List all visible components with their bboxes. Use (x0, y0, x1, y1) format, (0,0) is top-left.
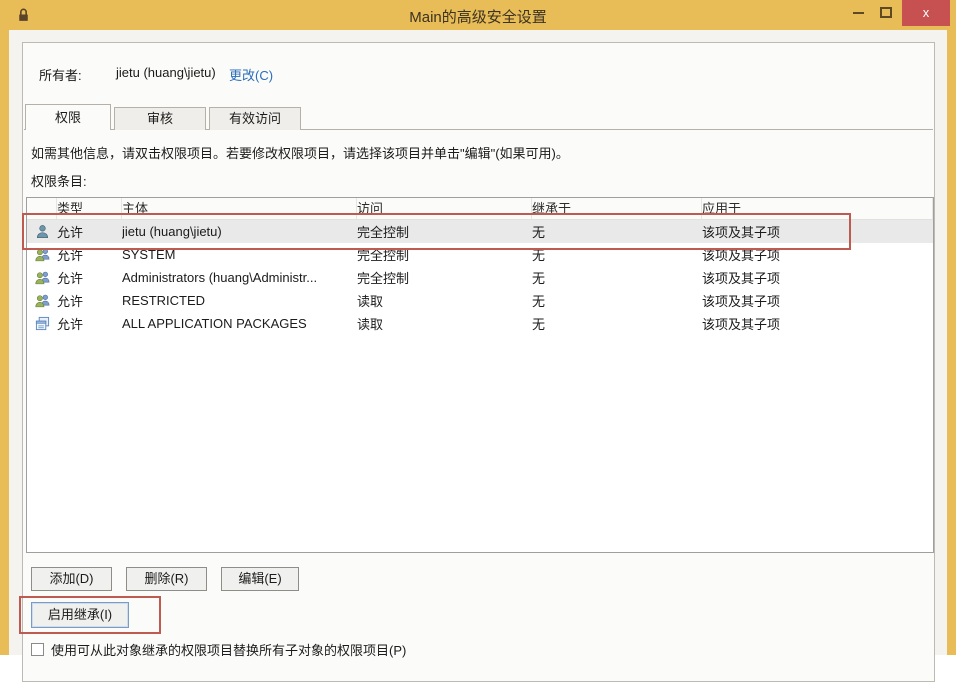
cell-applies-to: 该项及其子项 (702, 245, 933, 264)
table-row[interactable]: 允许 RESTRICTED 读取 无 该项及其子项 (27, 289, 933, 312)
table-row[interactable]: 允许 SYSTEM 完全控制 无 该项及其子项 (27, 243, 933, 266)
change-owner-link[interactable]: 更改(C) (229, 65, 273, 84)
dialog-content: 所有者: jietu (huang\jietu) 更改(C) 权限 审核 有效访… (9, 30, 947, 655)
cell-inherited-from: 无 (532, 222, 702, 241)
cell-principal: RESTRICTED (122, 293, 357, 308)
cell-applies-to: 该项及其子项 (702, 222, 933, 241)
cell-inherited-from: 无 (532, 268, 702, 287)
tab-permissions[interactable]: 权限 (25, 104, 111, 130)
cell-type: 允许 (57, 291, 122, 310)
group-users-icon (27, 293, 57, 308)
column-header-inherited-from[interactable]: 继承于 (532, 198, 702, 219)
close-button[interactable]: x (902, 0, 950, 26)
replace-child-permissions-row: 使用可从此对象继承的权限项目替换所有子对象的权限项目(P) (31, 640, 406, 659)
tab-effective-access[interactable]: 有效访问 (209, 107, 301, 130)
cell-access: 完全控制 (357, 245, 532, 264)
table-row[interactable]: 允许 ALL APPLICATION PACKAGES 读取 无 该项及其子项 (27, 312, 933, 335)
cell-inherited-from: 无 (532, 314, 702, 333)
single-user-icon (27, 224, 57, 239)
cell-type: 允许 (57, 222, 122, 241)
cell-principal: jietu (huang\jietu) (122, 224, 357, 239)
owner-value: jietu (huang\jietu) (116, 65, 216, 80)
replace-child-permissions-checkbox[interactable] (31, 643, 44, 656)
enable-inheritance-button[interactable]: 启用继承(I) (31, 602, 129, 628)
minimize-button[interactable] (853, 12, 864, 14)
column-header-type[interactable]: 类型 (57, 198, 122, 219)
cell-applies-to: 该项及其子项 (702, 291, 933, 310)
dialog-window: Main的高级安全设置 x 所有者: jietu (huang\jietu) 更… (0, 0, 956, 655)
maximize-button[interactable] (880, 7, 892, 18)
title-bar[interactable]: Main的高级安全设置 x (0, 0, 956, 30)
security-panel: 所有者: jietu (huang\jietu) 更改(C) 权限 审核 有效访… (22, 42, 935, 682)
window-title: Main的高级安全设置 (0, 6, 956, 27)
cell-access: 完全控制 (357, 268, 532, 287)
column-header-access[interactable]: 访问 (357, 198, 532, 219)
cell-principal: Administrators (huang\Administr... (122, 270, 357, 285)
cell-access: 读取 (357, 291, 532, 310)
column-header-principal[interactable]: 主体 (122, 198, 357, 219)
replace-child-permissions-label: 使用可从此对象继承的权限项目替换所有子对象的权限项目(P) (51, 640, 406, 659)
cell-inherited-from: 无 (532, 291, 702, 310)
column-header-applies-to[interactable]: 应用于 (702, 198, 933, 219)
cell-type: 允许 (57, 268, 122, 287)
tab-auditing[interactable]: 审核 (114, 107, 206, 130)
table-row[interactable]: 允许 jietu (huang\jietu) 完全控制 无 该项及其子项 (27, 220, 933, 243)
cell-type: 允许 (57, 314, 122, 333)
group-users-icon (27, 247, 57, 262)
app-package-icon (27, 316, 57, 331)
header-icon-spacer (27, 198, 57, 219)
table-header: 类型 主体 访问 继承于 应用于 (27, 198, 933, 220)
remove-button[interactable]: 删除(R) (126, 567, 207, 591)
owner-label: 所有者: (39, 65, 82, 84)
add-button[interactable]: 添加(D) (31, 567, 112, 591)
permission-entries-table: 类型 主体 访问 继承于 应用于 允许 jietu (huang\jietu) (26, 197, 934, 553)
cell-access: 完全控制 (357, 222, 532, 241)
edit-button[interactable]: 编辑(E) (221, 567, 299, 591)
cell-access: 读取 (357, 314, 532, 333)
table-row[interactable]: 允许 Administrators (huang\Administr... 完全… (27, 266, 933, 289)
cell-type: 允许 (57, 245, 122, 264)
cell-applies-to: 该项及其子项 (702, 314, 933, 333)
group-users-icon (27, 270, 57, 285)
instruction-text: 如需其他信息，请双击权限项目。若要修改权限项目，请选择该项目并单击"编辑"(如果… (31, 143, 569, 162)
entries-label: 权限条目: (31, 171, 87, 190)
cell-principal: SYSTEM (122, 247, 357, 262)
cell-applies-to: 该项及其子项 (702, 268, 933, 287)
cell-inherited-from: 无 (532, 245, 702, 264)
cell-principal: ALL APPLICATION PACKAGES (122, 316, 357, 331)
